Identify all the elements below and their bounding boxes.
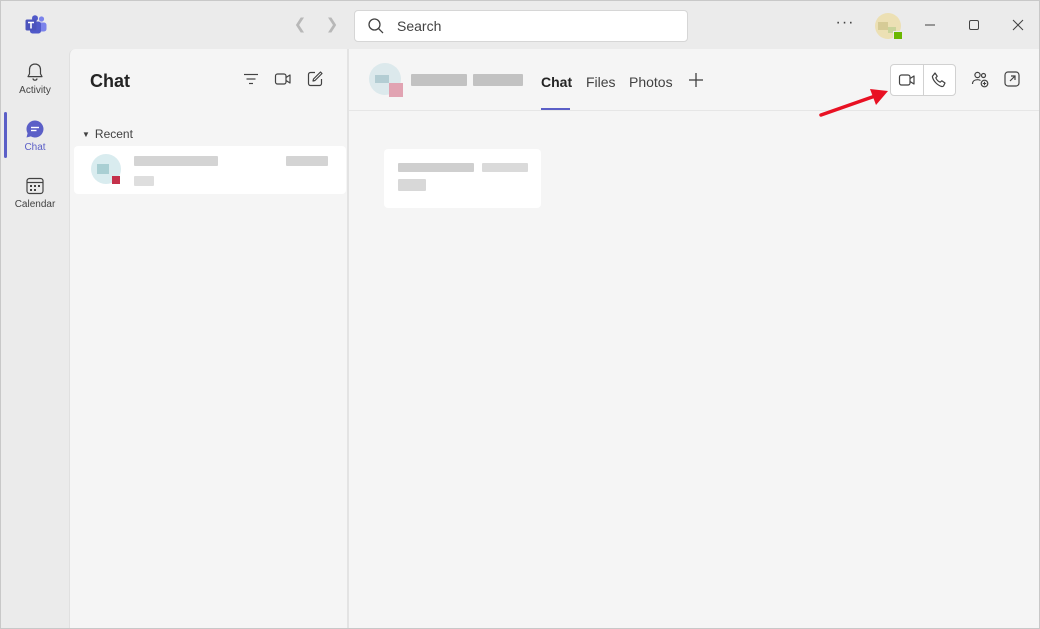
section-label: Recent (94, 127, 133, 141)
call-button-group (890, 64, 956, 96)
caret-down-icon: ▼ (82, 129, 90, 139)
contact-name-redacted (411, 74, 467, 86)
message-text-redacted (398, 163, 474, 172)
audio-call-button[interactable] (922, 65, 955, 95)
rail-item-chat[interactable]: Chat (1, 112, 69, 166)
bell-icon (27, 63, 43, 81)
close-button[interactable] (1005, 13, 1031, 37)
add-people-button[interactable] (971, 70, 991, 90)
avatar-image (878, 22, 888, 30)
rail-item-activity[interactable]: Activity (1, 55, 69, 109)
minimize-button[interactable] (917, 13, 943, 37)
new-chat-button[interactable] (306, 70, 328, 90)
presence-available-icon (893, 31, 903, 40)
compose-icon (307, 71, 323, 87)
contact-name-redacted (134, 156, 218, 166)
rail-item-label: Chat (24, 142, 46, 153)
filter-icon (244, 73, 258, 85)
search-box[interactable] (354, 10, 688, 42)
chat-list-panel: Chat ▼ Recent (69, 49, 348, 628)
add-tab-button[interactable] (687, 71, 705, 89)
tab-chat[interactable]: Chat (541, 74, 572, 110)
maximize-icon (969, 20, 979, 30)
contact-avatar[interactable] (369, 63, 403, 97)
phone-icon (932, 72, 947, 88)
conversation-panel: Chat Files Photos (349, 49, 1039, 628)
video-camera-icon (274, 73, 291, 85)
message-text-redacted (398, 179, 426, 191)
app-rail: Activity Chat Calendar (1, 49, 69, 628)
active-tab-underline (541, 108, 570, 110)
annotation-arrow-icon (819, 89, 888, 117)
teams-window: ❮ ❯ ··· (0, 0, 1040, 629)
title-bar: ❮ ❯ ··· (1, 1, 1039, 49)
plus-icon (689, 73, 703, 87)
panel-title: Chat (90, 71, 130, 91)
minimize-icon (925, 24, 935, 26)
forward-arrow-icon[interactable]: ❯ (323, 16, 341, 34)
message-text-redacted (482, 163, 528, 172)
message-bubble[interactable] (384, 149, 541, 208)
search-icon (368, 18, 384, 34)
tab-photos[interactable]: Photos (629, 74, 673, 110)
video-camera-icon (898, 74, 915, 86)
pop-out-chat-button[interactable] (1003, 70, 1023, 90)
close-icon (1012, 19, 1024, 31)
calendar-icon (26, 177, 44, 195)
teams-logo-icon[interactable] (25, 15, 47, 35)
message-preview-redacted (134, 176, 154, 186)
recent-section-header[interactable]: ▼ Recent (82, 127, 133, 141)
tab-files[interactable]: Files (586, 74, 616, 110)
timestamp-redacted (286, 156, 328, 166)
filter-button[interactable] (242, 70, 264, 90)
presence-busy-icon (389, 83, 403, 97)
maximize-button[interactable] (961, 13, 987, 37)
conversation-header: Chat Files Photos (349, 49, 1039, 111)
presence-busy-icon (112, 176, 120, 184)
search-input[interactable] (397, 18, 677, 34)
more-options-button[interactable]: ··· (835, 15, 855, 35)
pop-out-icon (1004, 71, 1020, 87)
meet-now-button[interactable] (274, 70, 296, 90)
rail-item-label: Activity (19, 85, 51, 96)
back-arrow-icon[interactable]: ❮ (291, 16, 309, 34)
contact-name-redacted (473, 74, 523, 86)
user-avatar[interactable] (875, 13, 903, 40)
rail-item-calendar[interactable]: Calendar (1, 169, 69, 223)
chat-list-item[interactable] (74, 146, 346, 194)
rail-item-label: Calendar (14, 199, 56, 210)
chat-icon (26, 120, 44, 138)
add-people-icon (971, 71, 989, 88)
